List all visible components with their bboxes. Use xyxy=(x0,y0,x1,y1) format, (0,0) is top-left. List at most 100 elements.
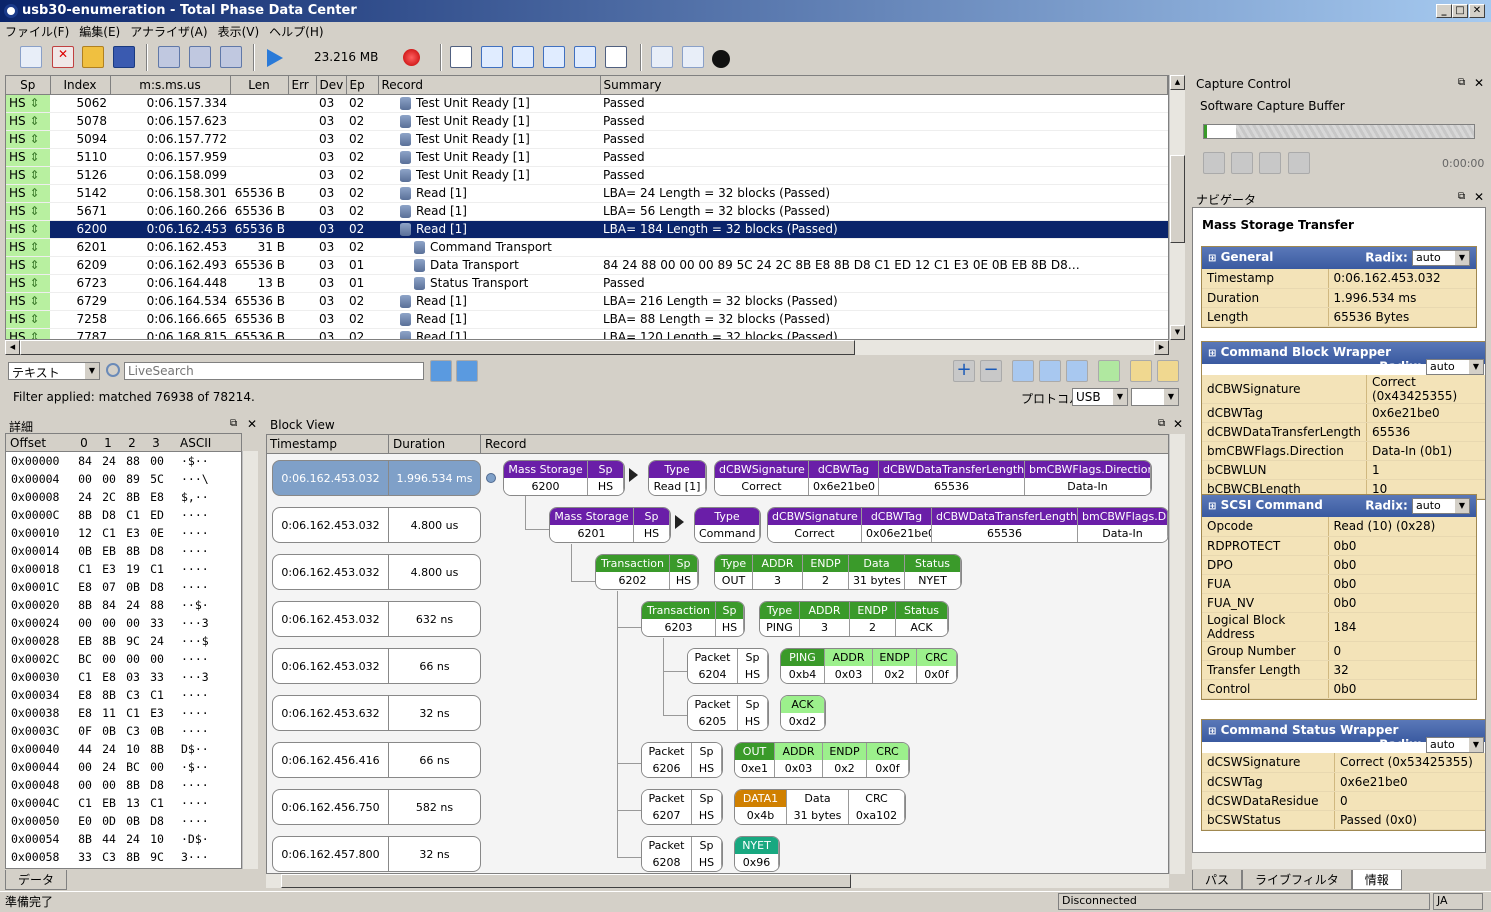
block-timestamp[interactable]: 0:06.162.453.032 66 ns xyxy=(272,648,481,684)
hex-row[interactable]: 0x00058 33 C3 8B 9C 3··· xyxy=(6,848,241,866)
col-sp[interactable]: Sp xyxy=(6,76,51,95)
table-row[interactable]: HS ⇕ 6200 0:06.162.453 65536 B 03 02 Read [1] L… xyxy=(6,220,1168,239)
nav-section-header[interactable]: ⊞ SCSI Command Radix: auto xyxy=(1202,495,1476,517)
nav-section-header[interactable]: ⊞ General Radix: auto xyxy=(1202,247,1476,269)
block-transaction-data[interactable]: Type ADDR ENDP Data Status OUT 3 2 31 bytes NYET xyxy=(714,554,962,590)
block-cbw-cmd[interactable]: dCBWSignature dCBWTag dCBWDataTransferLeng… xyxy=(767,507,1169,543)
nav-field-row[interactable]: dCBWDataTransferLength 65536 xyxy=(1202,422,1485,442)
block-timestamp[interactable]: 0:06.162.456.416 66 ns xyxy=(272,742,481,778)
table-row[interactable]: HS ⇕ 5142 0:06.158.301 65536 B 03 02 Read [1] L… xyxy=(6,184,1168,203)
table-row[interactable]: HS ⇕ 6201 0:06.162.453 31 B 03 02 Command Tran… xyxy=(6,238,1168,257)
hex-row[interactable]: 0x00034 E8 8B C3 C1 ···· xyxy=(6,686,241,704)
capture-download-icon[interactable] xyxy=(1259,152,1281,174)
nav-center-icon[interactable] xyxy=(1039,360,1061,382)
nav-field-row[interactable]: Opcode Read (10) (0x28) xyxy=(1202,517,1476,537)
bv-float-icon[interactable]: ⧉ xyxy=(1158,418,1165,429)
save-icon[interactable] xyxy=(113,46,135,68)
hex-row[interactable]: 0x0001C E8 07 0B D8 ···· xyxy=(6,578,241,596)
nav-field-row[interactable]: Group Number 0 xyxy=(1202,641,1476,661)
table-row[interactable]: HS ⇕ 5062 0:06.157.334 03 02 Test Unit Ready … xyxy=(6,94,1168,113)
menu-view[interactable]: 表示(V) xyxy=(213,22,265,41)
menu-analyzer[interactable]: アナライザ(A) xyxy=(125,22,212,41)
col-dev[interactable]: Dev xyxy=(316,76,347,95)
radix-select[interactable]: auto xyxy=(1426,359,1484,375)
nav-bottom-icon[interactable] xyxy=(1066,360,1088,382)
nav-field-row[interactable]: dCSWDataResidue 0 xyxy=(1202,791,1485,811)
nav-field-row[interactable]: RDPROTECT 0b0 xyxy=(1202,536,1476,556)
open-folder-icon[interactable] xyxy=(82,46,104,68)
block-mass-storage-cmd[interactable]: Mass Storage Sp 6201 HS xyxy=(549,507,671,543)
block-packet-6205[interactable]: Packet Sp 6205 HS xyxy=(687,695,769,731)
device-icon[interactable] xyxy=(158,46,180,68)
col-err[interactable]: Err xyxy=(288,76,317,95)
settings-icon[interactable] xyxy=(220,46,242,68)
hex-row[interactable]: 0x00010 12 C1 E3 0E ···· xyxy=(6,524,241,542)
minimize-button[interactable]: _ xyxy=(1436,4,1452,18)
hex-row[interactable]: 0x00040 44 24 10 8B D$·· xyxy=(6,740,241,758)
nav-field-row[interactable]: Transfer Length 32 xyxy=(1202,660,1476,680)
maximize-button[interactable]: □ xyxy=(1452,4,1468,18)
collapse-icon[interactable]: − xyxy=(980,360,1002,382)
view-media-icon[interactable] xyxy=(574,46,596,68)
view-image-icon[interactable] xyxy=(605,46,627,68)
block-packet-nyet[interactable]: NYET 0x96 xyxy=(734,836,780,872)
capture-play-icon[interactable] xyxy=(1203,152,1225,174)
block-packet-ping[interactable]: PING ADDR ENDP CRC 0xb4 0x03 0x2 0x0f xyxy=(780,648,958,684)
table-row[interactable]: HS ⇕ 5094 0:06.157.772 03 02 Test Unit Ready … xyxy=(6,130,1168,149)
view-list-icon[interactable] xyxy=(543,46,565,68)
nav-field-row[interactable]: Logical Block Address 184 xyxy=(1202,612,1476,642)
view-console-icon[interactable] xyxy=(450,46,472,68)
nav-hscrollbar[interactable] xyxy=(1192,853,1486,869)
block-packet-6204[interactable]: Packet Sp 6204 HS xyxy=(687,648,769,684)
layout-select[interactable]: ▼ xyxy=(1131,388,1179,406)
radix-select[interactable]: auto xyxy=(1426,737,1484,753)
col-index[interactable]: Index xyxy=(50,76,111,95)
close-button[interactable]: ✕ xyxy=(1469,4,1485,18)
hex-row[interactable]: 0x00048 00 00 8B D8 ···· xyxy=(6,776,241,794)
nav-field-row[interactable]: FUA_NV 0b0 xyxy=(1202,593,1476,613)
hex-row[interactable]: 0x00030 C1 E8 03 33 ···3 xyxy=(6,668,241,686)
radix-select[interactable]: auto xyxy=(1412,250,1470,266)
block-timestamp[interactable]: 0:06.162.453.032 4.800 us xyxy=(272,554,481,590)
list-icon[interactable] xyxy=(1130,360,1152,382)
block-timestamp[interactable]: 0:06.162.453.632 32 ns xyxy=(272,695,481,731)
hex-row[interactable]: 0x00044 00 24 BC 00 ·$·· xyxy=(6,758,241,776)
search-input[interactable] xyxy=(124,362,424,380)
menu-help[interactable]: ヘルプ(H) xyxy=(264,22,328,41)
block-mass-storage[interactable]: Mass Storage Sp 6200 HS xyxy=(503,460,625,496)
menu-file[interactable]: ファイル(F) xyxy=(0,22,74,41)
nav-field-row[interactable]: bCBWLUN 1 xyxy=(1202,460,1485,480)
hex-row[interactable]: 0x00018 C1 E3 19 C1 ···· xyxy=(6,560,241,578)
export-icon[interactable] xyxy=(682,46,704,68)
block-packet-data1[interactable]: DATA1 Data CRC 0x4b 31 bytes 0xa102 xyxy=(734,789,906,825)
nav-field-row[interactable]: bCSWStatus Passed (0x0) xyxy=(1202,810,1485,830)
protocol-select[interactable]: USB ▼ xyxy=(1072,388,1128,406)
expand-arrow-icon[interactable] xyxy=(629,468,638,482)
copy-icon[interactable] xyxy=(651,46,673,68)
table-row[interactable]: HS ⇕ 6723 0:06.164.448 13 B 03 01 Status Trans… xyxy=(6,274,1168,293)
nav-top-icon[interactable] xyxy=(1012,360,1034,382)
radix-select[interactable]: auto xyxy=(1412,498,1470,514)
col-time[interactable]: m:s.ms.us xyxy=(110,76,231,95)
block-packet-out[interactable]: OUT ADDR ENDP CRC 0xe1 0x03 0x2 0x0f xyxy=(734,742,910,778)
block-timestamp[interactable]: 0:06.162.456.750 582 ns xyxy=(272,789,481,825)
filter-mode-select[interactable]: テキスト ▼ xyxy=(8,362,100,380)
table-row[interactable]: HS ⇕ 6729 0:06.164.534 65536 B 03 02 Read [1] L… xyxy=(6,292,1168,311)
block-timestamp[interactable]: 0:06.162.453.032 4.800 us xyxy=(272,507,481,543)
table-vscrollbar[interactable]: ▲ ▼ xyxy=(1169,75,1185,340)
block-type-cmd[interactable]: Type Command xyxy=(694,507,761,543)
record-icon[interactable] xyxy=(403,49,420,66)
hex-row[interactable]: 0x00014 0B EB 8B D8 ···· xyxy=(6,542,241,560)
hex-row[interactable]: 0x00004 00 00 89 5C ···\ xyxy=(6,470,241,488)
config-icon[interactable] xyxy=(189,46,211,68)
block-timestamp[interactable]: 0:06.162.453.032 1.996.534 ms xyxy=(272,460,481,496)
view-table-icon[interactable] xyxy=(481,46,503,68)
bv-col-record[interactable]: Record xyxy=(481,435,526,453)
bv-col-duration[interactable]: Duration xyxy=(389,435,481,453)
hex-row[interactable]: 0x00024 00 00 00 33 ···3 xyxy=(6,614,241,632)
table-row[interactable]: HS ⇕ 7787 0:06.168.815 65536 B 03 02 Read [1] L… xyxy=(6,328,1168,339)
bv-col-timestamp[interactable]: Timestamp xyxy=(267,435,389,453)
nav-field-row[interactable]: dCSWTag 0x6e21be0 xyxy=(1202,772,1485,792)
scroll-down-icon[interactable]: ▼ xyxy=(1170,325,1185,340)
nav-field-row[interactable]: Timestamp 0:06.162.453.032 xyxy=(1202,269,1476,289)
